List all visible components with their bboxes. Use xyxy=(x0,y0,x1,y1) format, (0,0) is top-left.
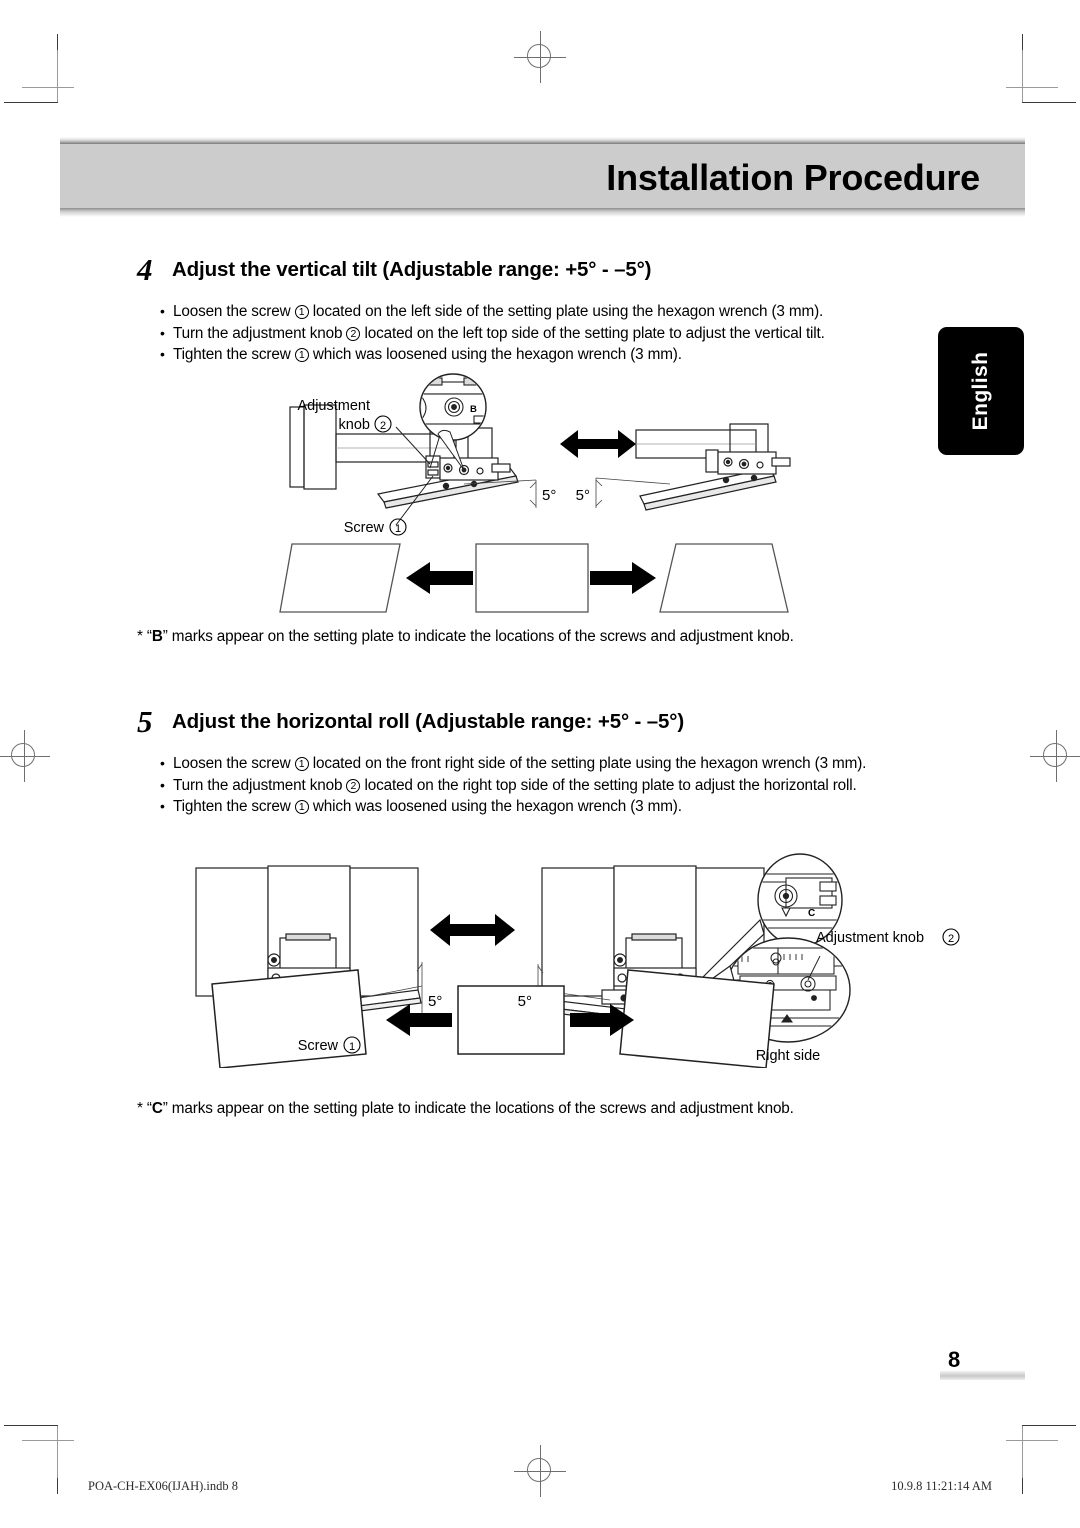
footnote-mark: B xyxy=(151,628,163,645)
step-5-title: Adjust the horizontal roll (Adjustable r… xyxy=(172,710,685,733)
figure-horizontal-roll: C Screw 1 5° 5° Adjustment knob 2 Right … xyxy=(190,838,970,1068)
label-angle-left: 5° xyxy=(428,993,442,1010)
double-arrow-horizontal xyxy=(430,914,515,946)
svg-text:2: 2 xyxy=(380,420,386,432)
footnote-prefix: * “ xyxy=(137,1100,152,1117)
ref-marker-circled: 2 xyxy=(346,778,361,793)
label-adjustment-knob-line2: knob xyxy=(339,417,370,433)
label-angle-right: 5° xyxy=(576,487,590,504)
footnote-prefix: * “ xyxy=(137,628,152,645)
detail-mark-b: B xyxy=(470,404,477,415)
detail-mark-c: C xyxy=(808,908,815,919)
bullet-dot-icon: • xyxy=(160,346,165,362)
list-item: • Loosen the screw 1 located on the front… xyxy=(160,753,1080,775)
section-step-4: 4 Adjust the vertical tilt (Adjustable r… xyxy=(0,253,1080,366)
list-item: • Tighten the screw 1 which was loosened … xyxy=(160,344,1080,366)
bullet-text-post: located on the left side of the setting … xyxy=(308,303,824,320)
label-angle-right: 5° xyxy=(518,993,532,1010)
keystone-shape-left xyxy=(279,543,401,613)
label-adjustment-knob-marker: 2 xyxy=(374,415,392,433)
roll-shape-left xyxy=(211,969,367,1068)
figure-vertical-tilt: B Adjustment knob 2 Screw 1 5° 5° xyxy=(278,372,818,622)
bullet-text-post: which was loosened using the hexagon wre… xyxy=(308,346,682,363)
ref-marker-circled: 1 xyxy=(294,305,309,319)
step-4-heading: 4 Adjust the vertical tilt (Adjustable r… xyxy=(0,253,1080,292)
footnote-suffix: ” marks appear on the setting plate to i… xyxy=(162,1100,794,1117)
step-4-bullet-list: • Loosen the screw 1 located on the left … xyxy=(0,301,1080,366)
label-right-side: Right side xyxy=(756,1048,820,1064)
bullet-dot-icon: • xyxy=(160,303,165,319)
page-number: 8 xyxy=(948,1347,961,1372)
bullet-text-post: which was loosened using the hexagon wre… xyxy=(308,798,682,815)
footnote-suffix: ” marks appear on the setting plate to i… xyxy=(162,628,794,645)
bullet-text-pre: Loosen the screw xyxy=(173,303,295,320)
list-item: • Loosen the screw 1 located on the left … xyxy=(160,301,1080,323)
registration-mark-bottom xyxy=(514,1445,566,1497)
banner-bottom-edge xyxy=(60,208,1025,217)
list-item: • Turn the adjustment knob 2 located on t… xyxy=(160,323,1080,345)
arrow-left xyxy=(406,562,473,594)
print-footer-file: POA-CH-EX06(IJAH).indb 8 xyxy=(88,1479,238,1493)
label-screw: Screw xyxy=(344,520,385,536)
step-5-number: 5 xyxy=(137,704,153,739)
bullet-text-pre: Turn the adjustment knob xyxy=(173,324,347,342)
list-item: • Turn the adjustment knob 2 located on t… xyxy=(160,775,1080,797)
label-angle-left: 5° xyxy=(542,487,556,504)
banner-top-edge xyxy=(60,137,1025,144)
label-adjustment-knob-marker: 2 xyxy=(942,928,960,946)
bullet-text-post: located on the front right side of the s… xyxy=(308,755,867,772)
ref-marker-circled: 1 xyxy=(294,800,309,814)
bullet-dot-icon: • xyxy=(160,776,165,793)
list-item: • Tighten the screw 1 which was loosened … xyxy=(160,796,1080,818)
ref-marker-circled: 1 xyxy=(294,757,309,771)
step-5-heading: 5 Adjust the horizontal roll (Adjustable… xyxy=(0,705,1080,744)
double-arrow-horizontal xyxy=(560,430,636,458)
label-adjustment-knob-line1: Adjustment xyxy=(297,398,370,414)
step-4-number: 4 xyxy=(137,252,153,287)
keystone-shape-right xyxy=(659,543,789,613)
step-5-footnote: * “C” marks appear on the setting plate … xyxy=(137,1100,794,1118)
print-footer-timestamp: 10.9.8 11:21:14 AM xyxy=(891,1479,992,1493)
svg-text:2: 2 xyxy=(948,933,954,945)
bullet-text-pre: Loosen the screw xyxy=(173,755,295,772)
label-screw: Screw xyxy=(298,1038,339,1054)
step-4-footnote: * “B” marks appear on the setting plate … xyxy=(137,628,794,646)
ref-marker-circled: 2 xyxy=(346,326,361,341)
section-step-5: 5 Adjust the horizontal roll (Adjustable… xyxy=(0,705,1080,818)
step-4-title: Adjust the vertical tilt (Adjustable ran… xyxy=(172,258,652,281)
step-5-bullet-list: • Loosen the screw 1 located on the front… xyxy=(0,753,1080,818)
bullet-text-pre: Tighten the screw xyxy=(173,798,295,815)
bullet-text-post: located on the right top side of the set… xyxy=(360,776,857,794)
ref-marker-circled: 1 xyxy=(294,348,309,362)
registration-mark-top xyxy=(514,31,566,83)
label-screw-marker: 1 xyxy=(389,518,407,536)
bullet-text-pre: Turn the adjustment knob xyxy=(173,776,347,794)
arrow-right xyxy=(590,562,656,594)
roll-shape-right xyxy=(619,969,775,1068)
bullet-text-post: located on the left top side of the sett… xyxy=(360,324,825,342)
svg-text:1: 1 xyxy=(395,523,401,535)
page-number-block: 8 xyxy=(880,1340,1025,1380)
page-title: Installation Procedure xyxy=(606,157,980,198)
keystone-shape-center xyxy=(475,543,589,613)
bullet-dot-icon: • xyxy=(160,798,165,814)
page-number-rule xyxy=(940,1371,1025,1380)
page-header-banner: Installation Procedure xyxy=(60,137,1025,217)
footnote-mark: C xyxy=(151,1100,163,1117)
label-adjustment-knob: Adjustment knob xyxy=(816,930,924,946)
svg-text:1: 1 xyxy=(349,1041,355,1053)
bullet-dot-icon: • xyxy=(160,324,165,341)
bullet-text-pre: Tighten the screw xyxy=(173,346,295,363)
roll-shape-center xyxy=(457,985,565,1055)
bullet-dot-icon: • xyxy=(160,755,165,771)
